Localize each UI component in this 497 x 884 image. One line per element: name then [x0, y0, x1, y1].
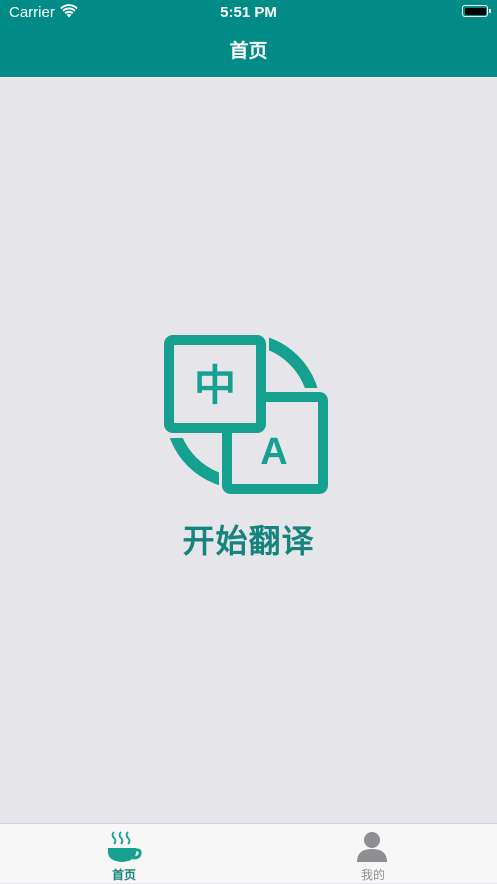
start-translation-button[interactable]: 中 A 开始翻译	[163, 334, 334, 564]
page-title: 首页	[229, 40, 268, 62]
navigation-bar: Carrier 5:51 PM 首页	[0, 0, 497, 77]
tab-home[interactable]: 首页	[0, 824, 248, 884]
status-time: 5:51 PM	[220, 4, 277, 21]
chinese-char-glyph: 中	[194, 361, 236, 410]
person-icon	[357, 832, 387, 862]
tab-me[interactable]: 我的	[249, 824, 497, 884]
coffee-cup-icon	[108, 831, 142, 862]
battery-icon	[462, 5, 491, 17]
latin-char-glyph: A	[260, 431, 287, 473]
tab-bar: 首页 我的	[0, 823, 497, 883]
translate-icon: 中 A	[163, 334, 328, 494]
tab-home-label: 首页	[111, 868, 136, 882]
tab-me-label: 我的	[360, 868, 385, 882]
start-translation-label: 开始翻译	[182, 522, 315, 560]
status-bar: Carrier 5:51 PM	[0, 0, 497, 26]
